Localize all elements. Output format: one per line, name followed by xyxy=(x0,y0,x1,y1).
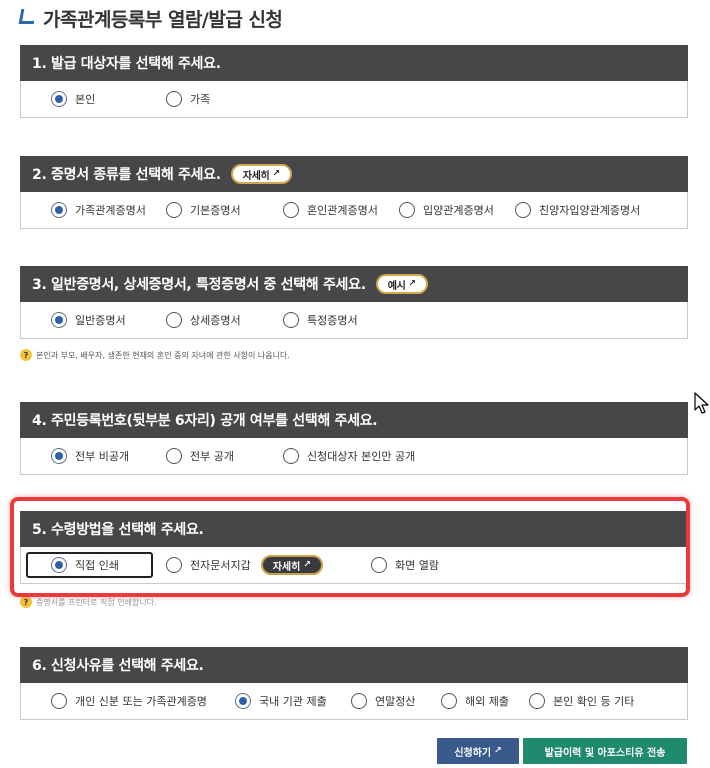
help-note-text: 증명서를 프린터로 직접 인쇄합니다. xyxy=(36,597,157,607)
radio-button-checked[interactable] xyxy=(51,312,67,328)
radio-year-end-tax[interactable]: 연말정산 xyxy=(351,683,415,719)
radio-label: 신청대상자 본인만 공개 xyxy=(307,450,416,463)
radio-full-adoption-cert[interactable]: 친양자입양관계증명서 xyxy=(515,192,640,228)
radio-button-checked[interactable] xyxy=(51,202,67,218)
section-heading: 1. 발급 대상자를 선택해 주세요. xyxy=(20,45,688,81)
radio-overseas-submit[interactable]: 해외 제출 xyxy=(441,683,509,719)
radio-label: 본인 확인 등 기타 xyxy=(553,695,635,708)
page-title: 가족관계등록부 열람/발급 신청 xyxy=(18,4,283,32)
radio-label: 본인 xyxy=(75,93,96,106)
radio-button[interactable] xyxy=(399,202,415,218)
section-options: 가족관계증명서 기본증명서 혼인관계증명서 입양관계증명서 친양자입양관계증명서 xyxy=(20,192,688,229)
radio-all-public[interactable]: 전부 공개 xyxy=(166,438,234,474)
radio-label: 연말정산 xyxy=(375,695,416,708)
radio-button[interactable] xyxy=(283,312,299,328)
question-icon: ? xyxy=(20,596,32,608)
radio-self[interactable]: 본인 xyxy=(51,81,95,117)
radio-button[interactable] xyxy=(441,693,457,709)
example-button[interactable]: 예시 ↗ xyxy=(375,274,428,294)
radio-button[interactable] xyxy=(166,91,182,107)
radio-other[interactable]: 본인 확인 등 기타 xyxy=(529,683,634,719)
radio-label: 가족관계증명서 xyxy=(75,204,146,217)
section-heading: 4. 주민등록번호(뒷부분 6자리) 공개 여부를 선택해 주세요. xyxy=(20,402,688,438)
section-issue-target: 1. 발급 대상자를 선택해 주세요. 본인 가족 xyxy=(20,45,688,118)
radio-button[interactable] xyxy=(283,202,299,218)
radio-label: 상세증명서 xyxy=(190,314,241,327)
radio-label: 친양자입양관계증명서 xyxy=(539,204,641,217)
radio-label: 해외 제출 xyxy=(465,695,509,708)
radio-family-relation-cert[interactable]: 가족관계증명서 xyxy=(51,192,146,228)
section-options: 일반증명서 상세증명서 특정증명서 xyxy=(20,302,688,339)
radio-button-checked[interactable] xyxy=(51,448,67,464)
title-mark-icon xyxy=(18,8,37,24)
radio-button[interactable] xyxy=(166,312,182,328)
radio-button[interactable] xyxy=(351,693,367,709)
history-button-label: 발급이력 및 아포스티유 전송 xyxy=(544,747,666,759)
radio-all-hidden[interactable]: 전부 비공개 xyxy=(51,438,129,474)
red-highlight-annotation xyxy=(10,497,690,597)
radio-marriage-cert[interactable]: 혼인관계증명서 xyxy=(283,192,378,228)
radio-button[interactable] xyxy=(283,448,299,464)
radio-label: 전부 공개 xyxy=(190,450,234,463)
section-resident-number: 4. 주민등록번호(뒷부분 6자리) 공개 여부를 선택해 주세요. 전부 비공… xyxy=(20,402,688,475)
radio-button[interactable] xyxy=(515,202,531,218)
radio-domestic-submit[interactable]: 국내 기관 제출 xyxy=(235,683,327,719)
example-button-label: 예시 xyxy=(387,280,406,292)
radio-label: 혼인관계증명서 xyxy=(307,204,378,217)
radio-label: 기본증명서 xyxy=(190,204,241,217)
radio-button-checked[interactable] xyxy=(51,91,67,107)
radio-identity-proof[interactable]: 개인 신분 또는 가족관계증명 xyxy=(51,683,207,719)
apply-button-label: 신청하기 xyxy=(454,747,492,759)
section-heading: 2. 증명서 종류를 선택해 주세요. xyxy=(32,167,221,183)
radio-specific-cert[interactable]: 특정증명서 xyxy=(283,302,358,338)
mouse-cursor-icon xyxy=(694,392,709,414)
section-detail-level: 3. 일반증명서, 상세증명서, 특정증명서 중 선택해 주세요. 예시 ↗ 일… xyxy=(20,266,688,339)
radio-button[interactable] xyxy=(166,202,182,218)
radio-basic-cert[interactable]: 기본증명서 xyxy=(166,192,241,228)
section-options: 본인 가족 xyxy=(20,81,688,118)
section-heading: 6. 신청사유를 선택해 주세요. xyxy=(20,647,688,683)
external-link-icon: ↗ xyxy=(494,746,502,756)
section-certificate-type: 2. 증명서 종류를 선택해 주세요. 자세히 ↗ 가족관계증명서 기본증명서 … xyxy=(20,156,688,229)
help-note: ? 본인과 부모, 배우자, 생존한 현재의 혼인 중의 자녀에 관한 사항이 … xyxy=(20,349,290,361)
question-icon: ? xyxy=(20,349,32,361)
radio-label: 가족 xyxy=(190,93,211,106)
external-link-icon: ↗ xyxy=(272,169,280,179)
section-heading-row: 2. 증명서 종류를 선택해 주세요. 자세히 ↗ xyxy=(20,156,688,192)
apply-button[interactable]: 신청하기 ↗ xyxy=(437,738,519,764)
radio-detailed-cert[interactable]: 상세증명서 xyxy=(166,302,241,338)
section-request-reason: 6. 신청사유를 선택해 주세요. 개인 신분 또는 가족관계증명 국내 기관 … xyxy=(20,647,688,720)
radio-button-checked[interactable] xyxy=(235,693,251,709)
section-heading: 3. 일반증명서, 상세증명서, 특정증명서 중 선택해 주세요. xyxy=(32,277,366,293)
external-link-icon: ↗ xyxy=(408,279,417,289)
radio-label: 일반증명서 xyxy=(75,314,126,327)
radio-family[interactable]: 가족 xyxy=(166,81,210,117)
radio-button[interactable] xyxy=(51,693,67,709)
radio-button[interactable] xyxy=(166,448,182,464)
history-apostille-button[interactable]: 발급이력 및 아포스티유 전송 xyxy=(523,738,687,764)
radio-self-only-public[interactable]: 신청대상자 본인만 공개 xyxy=(283,438,415,474)
section-options: 개인 신분 또는 가족관계증명 국내 기관 제출 연말정산 해외 제출 본인 확… xyxy=(20,683,688,720)
help-note: ? 증명서를 프린터로 직접 인쇄합니다. xyxy=(20,596,157,608)
radio-label: 특정증명서 xyxy=(307,314,358,327)
detail-button-label: 자세히 xyxy=(242,170,270,182)
radio-general-cert[interactable]: 일반증명서 xyxy=(51,302,126,338)
section-options: 전부 비공개 전부 공개 신청대상자 본인만 공개 xyxy=(20,438,688,475)
help-note-text: 본인과 부모, 배우자, 생존한 현재의 혼인 중의 자녀에 관한 사항이 나옵… xyxy=(36,350,290,360)
radio-label: 전부 비공개 xyxy=(75,450,130,463)
detail-button[interactable]: 자세히 ↗ xyxy=(230,164,292,184)
radio-adoption-cert[interactable]: 입양관계증명서 xyxy=(399,192,494,228)
page-title-text: 가족관계등록부 열람/발급 신청 xyxy=(43,8,283,31)
section-heading-row: 3. 일반증명서, 상세증명서, 특정증명서 중 선택해 주세요. 예시 ↗ xyxy=(20,266,688,302)
radio-label: 개인 신분 또는 가족관계증명 xyxy=(75,695,207,708)
radio-button[interactable] xyxy=(529,693,545,709)
radio-label: 국내 기관 제출 xyxy=(259,695,327,708)
radio-label: 입양관계증명서 xyxy=(423,204,494,217)
